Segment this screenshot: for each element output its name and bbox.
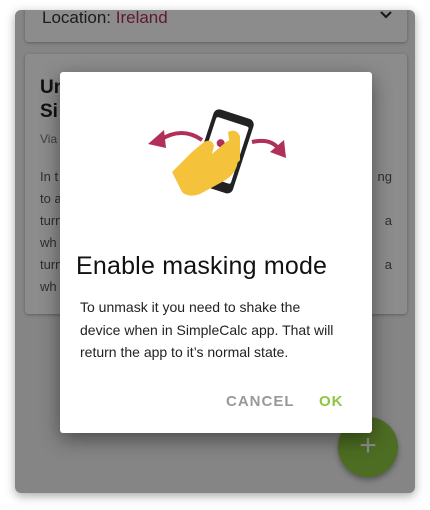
dialog-body-line: To unmask it you need to shake the [80, 299, 301, 315]
dialog-body-line: return the app to it’s normal state. [80, 344, 289, 360]
shake-phone-illustration-icon [148, 109, 286, 196]
cancel-button[interactable]: CANCEL [226, 393, 295, 410]
ok-button[interactable]: OK [319, 393, 344, 410]
dialog-body: To unmask it you need to shake the devic… [80, 296, 350, 364]
masking-mode-dialog: Enable masking mode To unmask it you nee… [60, 72, 372, 433]
dialog-body-line: device when in SimpleCalc app. That will [80, 321, 334, 338]
dialog-title: Enable masking mode [76, 252, 328, 280]
